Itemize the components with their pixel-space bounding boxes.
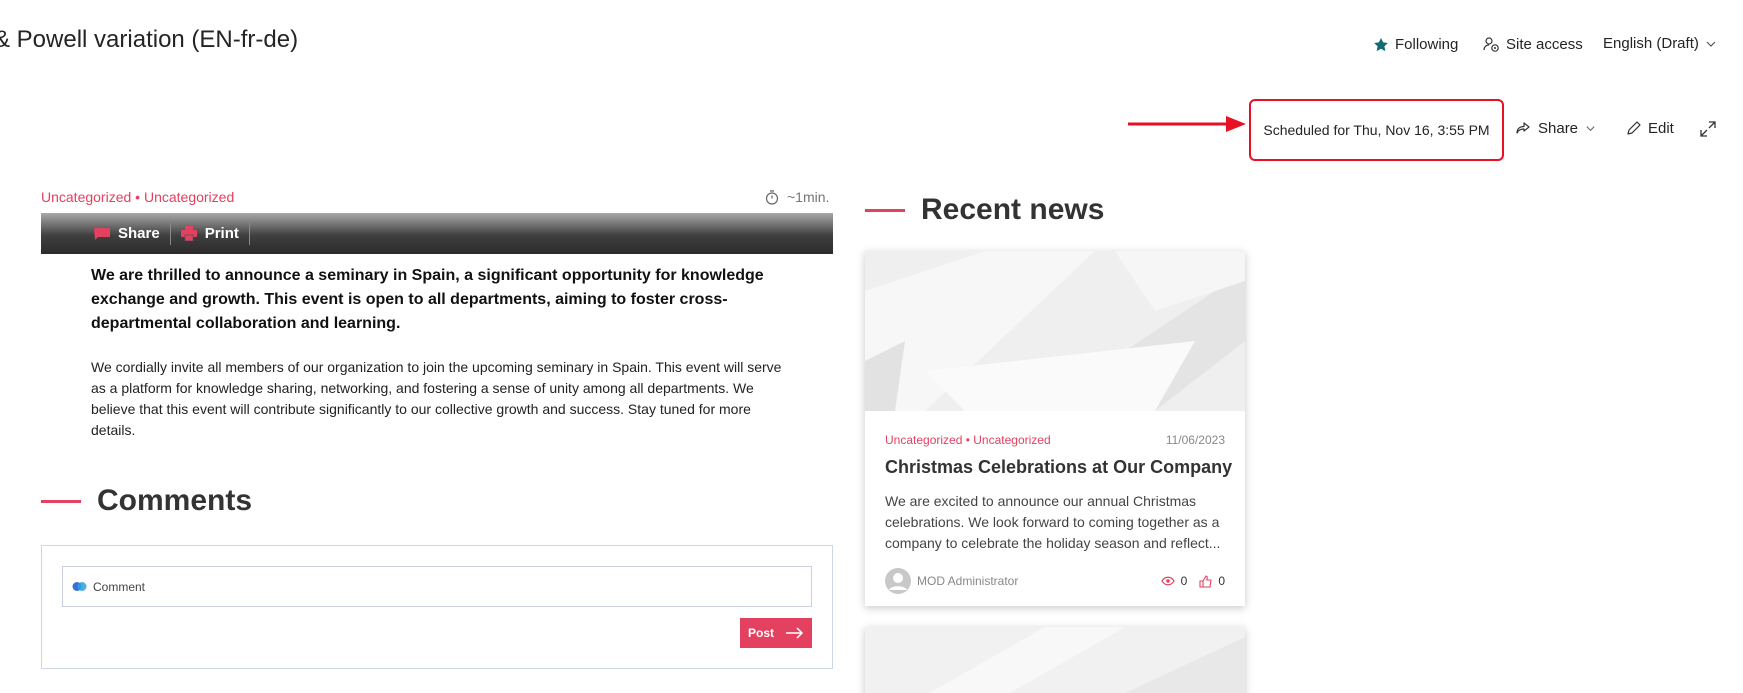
following-label: Following [1395, 36, 1459, 53]
language-label: English (Draft) [1603, 35, 1699, 52]
news-card-stats: 0 0 [1160, 574, 1225, 588]
read-time-label: ~1min. [787, 189, 830, 205]
heading-accent-line [865, 208, 905, 212]
heading-accent-line [41, 499, 81, 503]
article-categories[interactable]: Uncategorized • Uncategorized [41, 189, 234, 205]
annotation-arrow-icon [1128, 116, 1246, 132]
eye-icon [1160, 576, 1175, 586]
comment-form: Comment Post [41, 545, 833, 669]
viva-engage-icon [72, 582, 87, 591]
article-lead: We are thrilled to announce a seminary i… [91, 267, 764, 332]
expand-icon[interactable] [1700, 121, 1716, 137]
news-card-categories[interactable]: Uncategorized • Uncategorized [885, 433, 1051, 447]
site-access-button[interactable]: Site access [1483, 36, 1583, 53]
news-card-excerpt: We are excited to announce our annual Ch… [885, 493, 1221, 551]
news-card-title[interactable]: Christmas Celebrations at Our Company [885, 457, 1232, 478]
share-icon [1516, 121, 1530, 134]
recent-news-heading-label: Recent news [921, 193, 1105, 226]
scheduled-status: Scheduled for Thu, Nov 16, 3:55 PM [1249, 99, 1504, 161]
news-card-partial[interactable] [865, 627, 1245, 693]
printer-icon [180, 226, 197, 241]
edit-button[interactable]: Edit [1625, 120, 1674, 137]
avatar-icon [885, 568, 911, 594]
edit-label: Edit [1648, 120, 1674, 137]
news-card-author-name: MOD Administrator [917, 574, 1019, 588]
site-access-label: Site access [1506, 36, 1583, 53]
news-card-likes: 0 [1218, 574, 1225, 588]
chevron-down-icon [1586, 126, 1595, 132]
article-share-bar: Share Print [41, 213, 833, 254]
page-title: & Powell variation (EN-fr-de) [0, 26, 299, 53]
read-time: ~1min. [765, 189, 829, 205]
site-access-icon [1483, 37, 1499, 52]
news-card-footer: MOD Administrator 0 0 [885, 568, 1225, 594]
article-print-label: Print [204, 225, 239, 242]
thumbs-up-icon[interactable] [1199, 574, 1212, 588]
recent-news-heading: Recent news [865, 193, 1104, 227]
comment-icon [94, 227, 110, 240]
article-print-button[interactable]: Print [171, 222, 250, 245]
language-selector[interactable]: English (Draft) [1603, 35, 1717, 52]
post-button[interactable]: Post [740, 618, 812, 648]
news-card-date: 11/06/2023 [1165, 433, 1225, 447]
comments-heading-label: Comments [97, 484, 253, 517]
scheduled-text: Scheduled for Thu, Nov 16, 3:55 PM [1263, 122, 1490, 138]
following-button[interactable]: Following [1373, 36, 1458, 53]
share-label: Share [1538, 120, 1579, 137]
arrow-right-icon [786, 627, 804, 639]
chevron-down-icon [1706, 41, 1716, 47]
post-label: Post [747, 626, 774, 640]
news-card[interactable]: Uncategorized • Uncategorized 11/06/2023… [865, 251, 1245, 606]
stopwatch-icon [765, 189, 779, 205]
news-card-image [865, 251, 1245, 411]
comment-input[interactable]: Comment [62, 566, 812, 607]
news-card-author: MOD Administrator [885, 568, 1018, 594]
news-card-meta: Uncategorized • Uncategorized 11/06/2023 [885, 433, 1225, 447]
comment-placeholder: Comment [93, 579, 146, 594]
news-card-image [865, 627, 1245, 693]
article-share-button[interactable]: Share [90, 222, 171, 245]
comments-heading: Comments [41, 484, 252, 518]
share-page-button[interactable]: Share [1515, 120, 1596, 137]
pencil-icon [1627, 120, 1641, 135]
article-share-label: Share [118, 225, 160, 242]
star-icon [1374, 37, 1388, 51]
article-body: We cordially invite all members of our o… [91, 359, 782, 438]
news-card-views: 0 [1180, 574, 1188, 588]
